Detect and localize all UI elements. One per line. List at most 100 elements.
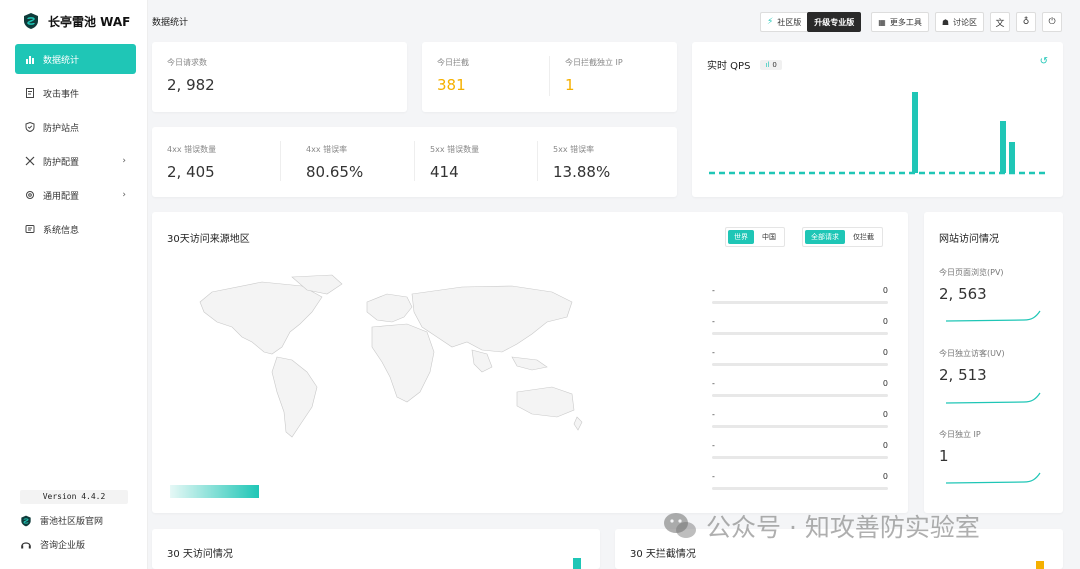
err5xx-rate-value: 13.88% (553, 163, 611, 181)
safeline-logo-icon (24, 13, 38, 29)
region-row: -0 (712, 441, 888, 459)
err4xx-count-value: 2, 405 (167, 163, 215, 181)
community-site-label: 雷池社区版官网 (40, 517, 104, 527)
sidebar: 长亭雷池 WAF 数据统计 攻击事件 防护站点 防护配置 › 通用配置 › 系统… (0, 0, 148, 569)
sidebar-item-label: 数据统计 (43, 55, 80, 66)
uv-sparkline (945, 392, 1041, 404)
enterprise-consult-label: 咨询企业版 (40, 541, 86, 551)
region-bar (712, 456, 888, 459)
region-name: - (712, 286, 715, 295)
pv-value: 2, 563 (939, 285, 987, 303)
wechat-icon (664, 513, 696, 538)
region-scope-toggle: 世界 中国 (725, 227, 785, 247)
chevron-right-icon: › (122, 190, 126, 200)
requests-value: 2, 982 (167, 76, 215, 94)
scope-china-option[interactable]: 中国 (756, 230, 782, 244)
region-row: -0 (712, 379, 888, 397)
language-button[interactable]: 文 (990, 12, 1010, 32)
tools-icon (25, 156, 35, 166)
app-title: 长亭雷池 WAF (48, 14, 131, 29)
region-count: 0 (882, 348, 888, 357)
visits-30d-title: 30 天访问情况 (167, 549, 233, 560)
ip-sparkline (945, 472, 1041, 484)
scope-world-option[interactable]: 世界 (728, 230, 754, 244)
region-bar (712, 425, 888, 428)
forum-button[interactable]: ☗ 讨论区 (934, 12, 984, 32)
sidebar-item-label: 攻击事件 (43, 89, 80, 100)
page-title: 数据统计 (152, 17, 189, 28)
region-name: - (712, 317, 715, 326)
region-bar (712, 301, 888, 304)
theme-button[interactable]: ♁ (1016, 12, 1036, 32)
topbar-actions: ⚡ 社区版 升级专业版 ▦ 更多工具 ☗ 讨论区 文 ♁ ⏻ (759, 12, 1062, 32)
app-logo[interactable]: 长亭雷池 WAF (0, 0, 147, 42)
sidebar-item-attacks[interactable]: 攻击事件 (15, 78, 136, 108)
region-name: - (712, 379, 715, 388)
sidebar-item-general-config[interactable]: 通用配置 › (15, 180, 136, 210)
region-bar (712, 332, 888, 335)
version-label: Version 4.4.2 (20, 490, 128, 504)
sidebar-item-system-info[interactable]: 系统信息 (15, 214, 136, 244)
sidebar-item-label: 防护站点 (43, 123, 80, 134)
sidebar-nav: 数据统计 攻击事件 防护站点 防护配置 › 通用配置 › 系统信息 (0, 44, 147, 244)
gear-icon (25, 190, 35, 200)
upgrade-pro-button[interactable]: 升级专业版 (807, 12, 862, 32)
logout-button[interactable]: ⏻ (1042, 12, 1062, 32)
sidebar-item-label: 防护配置 (43, 157, 80, 168)
pv-label: 今日页面浏览(PV) (939, 268, 1004, 277)
divider (549, 56, 550, 96)
qps-spike (1000, 121, 1006, 173)
topbar: 数据统计 ⚡ 社区版 升级专业版 ▦ 更多工具 ☗ 讨论区 文 ♁ ⏻ (148, 0, 1080, 42)
filter-all-option[interactable]: 全部请求 (805, 230, 845, 244)
shirt-icon: ♁ (1022, 17, 1030, 27)
shield-icon (25, 122, 35, 132)
visits-30d-card: 30 天访问情况 (152, 529, 600, 569)
sidebar-item-sites[interactable]: 防护站点 (15, 112, 136, 142)
blocked-value: 381 (437, 76, 466, 94)
region-row: -0 (712, 472, 888, 490)
translate-icon: 文 (995, 18, 1005, 29)
enterprise-consult-link[interactable]: 咨询企业版 (20, 538, 85, 551)
err5xx-count-value: 414 (430, 163, 459, 181)
message-icon (25, 224, 35, 234)
uv-label: 今日独立访客(UV) (939, 349, 1005, 358)
qps-chart (709, 92, 1047, 175)
bar-chart-icon (25, 54, 35, 64)
region-name: - (712, 441, 715, 450)
sidebar-item-dashboard[interactable]: 数据统计 (15, 44, 136, 74)
upgrade-pro-label: 升级专业版 (814, 17, 855, 27)
sidebar-item-label: 系统信息 (43, 225, 80, 236)
community-site-link[interactable]: 雷池社区版官网 (20, 514, 103, 527)
map-legend-gradient (170, 485, 259, 498)
ip-value: 1 (939, 447, 949, 465)
safeline-logo-icon (21, 515, 31, 526)
blocked-label: 今日拦截 (437, 58, 469, 67)
region-name: - (712, 472, 715, 481)
filter-blocked-option[interactable]: 仅拦截 (847, 230, 880, 244)
region-filter-toggle: 全部请求 仅拦截 (802, 227, 883, 247)
logout-icon: ⏻ (1048, 17, 1056, 27)
site-visits-title: 网站访问情况 (939, 234, 999, 245)
uv-value: 2, 513 (939, 366, 987, 384)
sidebar-item-label: 通用配置 (43, 191, 80, 202)
err5xx-count-label: 5xx 错误数量 (430, 145, 480, 154)
requests-label: 今日请求数 (167, 58, 207, 67)
sidebar-item-protection-config[interactable]: 防护配置 › (15, 146, 136, 176)
site-visits-card: 网站访问情况 今日页面浏览(PV) 2, 563 今日独立访客(UV) 2, 5… (924, 212, 1063, 513)
more-tools-button[interactable]: ▦ 更多工具 (871, 12, 929, 32)
community-edition-button[interactable]: ⚡ 社区版 (759, 12, 808, 32)
pv-sparkline (945, 310, 1041, 322)
watermark-text: 公众号 · 知攻善防实验室 (706, 513, 980, 542)
blocked-ip-label: 今日拦截独立 IP (565, 58, 623, 67)
blocked-30d-title: 30 天拦截情况 (630, 549, 696, 560)
ip-label: 今日独立 IP (939, 430, 981, 439)
err4xx-rate-label: 4xx 错误率 (306, 145, 348, 154)
err5xx-rate-label: 5xx 错误率 (553, 145, 595, 154)
region-count: 0 (882, 286, 888, 295)
region-row: -0 (712, 317, 888, 335)
divider (280, 141, 281, 181)
forum-label: 讨论区 (953, 17, 977, 27)
watermark: 公众号 · 知攻善防实验室 (662, 508, 980, 544)
world-map[interactable] (172, 272, 632, 462)
errors-card: 4xx 错误数量 2, 405 4xx 错误率 80.65% 5xx 错误数量 … (152, 127, 677, 197)
